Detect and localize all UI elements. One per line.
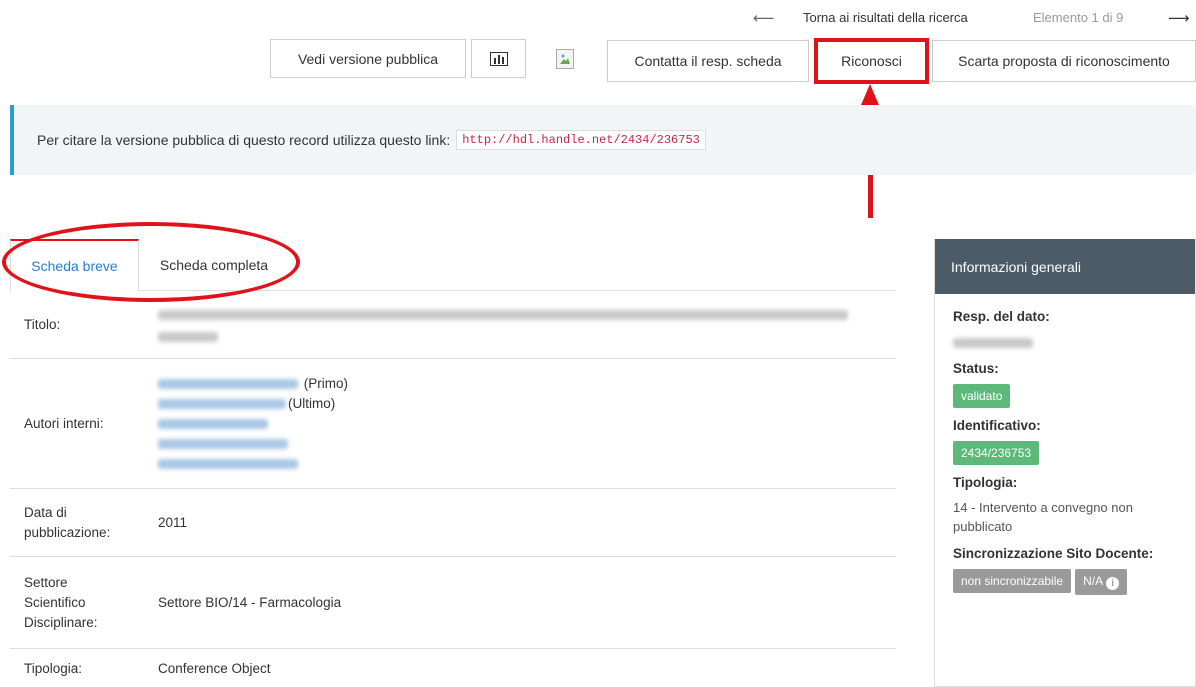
recognize-button[interactable]: Riconosci bbox=[814, 38, 929, 84]
type-value: Conference Object bbox=[158, 661, 271, 676]
sync-status-badge: non sincronizzabile bbox=[953, 569, 1072, 593]
record-details: Titolo: Autori interni: (Primo) (Ultimo)… bbox=[10, 291, 896, 687]
citation-notice: Per citare la versione pubblica di quest… bbox=[10, 105, 1196, 175]
redacted-title bbox=[158, 331, 218, 342]
sync-badges: non sincronizzabile N/A i bbox=[953, 569, 1177, 605]
redacted-author[interactable] bbox=[158, 398, 286, 409]
na-label: N/A bbox=[1083, 574, 1104, 588]
redacted-responsible bbox=[953, 337, 1033, 348]
annotation-ellipse bbox=[2, 222, 300, 302]
general-info-panel: Informazioni generali Resp. del dato: St… bbox=[934, 239, 1196, 687]
author-role: (Ultimo) bbox=[288, 395, 336, 411]
author-role: (Primo) bbox=[303, 375, 349, 391]
redacted-author[interactable] bbox=[158, 418, 268, 429]
ssd-label: Settore Scientifico Disciplinare: bbox=[10, 573, 144, 633]
bar-chart-icon bbox=[489, 51, 508, 66]
type-value: 14 - Intervento a convegno non pubblicat… bbox=[953, 500, 1133, 534]
redacted-author[interactable] bbox=[158, 458, 298, 469]
authors-label: Autori interni: bbox=[24, 415, 104, 431]
citation-link[interactable]: http://hdl.handle.net/2434/236753 bbox=[456, 130, 706, 150]
type-row: Tipologia: Conference Object bbox=[10, 649, 896, 687]
discard-proposal-button[interactable]: Scarta proposta di riconoscimento bbox=[932, 40, 1196, 82]
ssd-label-line: Settore bbox=[24, 574, 68, 590]
contact-responsible-button[interactable]: Contatta il resp. scheda bbox=[607, 40, 809, 82]
stats-button[interactable] bbox=[471, 39, 526, 78]
identifier-badge: 2434/236753 bbox=[953, 441, 1040, 465]
authors-value: (Primo) (Ultimo) bbox=[144, 374, 896, 474]
public-version-button[interactable]: Vedi versione pubblica bbox=[270, 39, 466, 78]
ssd-row: Settore Scientifico Disciplinare: Settor… bbox=[10, 557, 896, 649]
back-to-results-link[interactable]: Torna ai risultati della ricerca bbox=[803, 10, 968, 25]
redacted-author[interactable] bbox=[158, 378, 298, 389]
ssd-value: Settore BIO/14 - Farmacologia bbox=[158, 594, 342, 610]
date-label: Data di pubblicazione: bbox=[10, 503, 144, 543]
title-value bbox=[144, 305, 896, 345]
status-label: Status: bbox=[953, 361, 999, 376]
redacted-author[interactable] bbox=[158, 438, 288, 449]
status-badge: validato bbox=[953, 384, 1011, 408]
item-counter: Elemento 1 di 9 bbox=[1033, 10, 1124, 25]
title-label: Titolo: bbox=[24, 316, 61, 332]
title-row: Titolo: bbox=[10, 291, 896, 359]
identifier-label: Identificativo: bbox=[953, 418, 1041, 433]
date-label-line: Data di bbox=[24, 504, 67, 520]
type-label: Tipologia: bbox=[24, 661, 83, 676]
date-value: 2011 bbox=[158, 514, 188, 530]
date-label-line: pubblicazione: bbox=[24, 524, 111, 540]
na-badge[interactable]: N/A i bbox=[1075, 569, 1128, 595]
ssd-label-line: Disciplinare: bbox=[24, 614, 98, 630]
resp-label: Resp. del dato: bbox=[953, 309, 1050, 324]
back-arrow-icon[interactable]: ⟵ bbox=[753, 9, 775, 27]
redacted-title bbox=[158, 309, 848, 320]
broken-image-icon[interactable] bbox=[556, 49, 574, 69]
ssd-label-line: Scientifico bbox=[24, 594, 86, 610]
authors-row: Autori interni: (Primo) (Ultimo) bbox=[10, 359, 896, 489]
citation-text: Per citare la versione pubblica di quest… bbox=[37, 132, 451, 148]
panel-header: Informazioni generali bbox=[935, 239, 1195, 294]
sync-label: Sincronizzazione Sito Docente: bbox=[953, 546, 1154, 561]
type-label: Tipologia: bbox=[953, 475, 1018, 490]
next-arrow-icon[interactable]: ⟶ bbox=[1168, 9, 1190, 27]
info-icon[interactable]: i bbox=[1106, 577, 1120, 590]
resp-value bbox=[953, 332, 1177, 351]
date-row: Data di pubblicazione: 2011 bbox=[10, 489, 896, 557]
result-navigation: ⟵ Torna ai risultati della ricerca Eleme… bbox=[0, 9, 1196, 29]
